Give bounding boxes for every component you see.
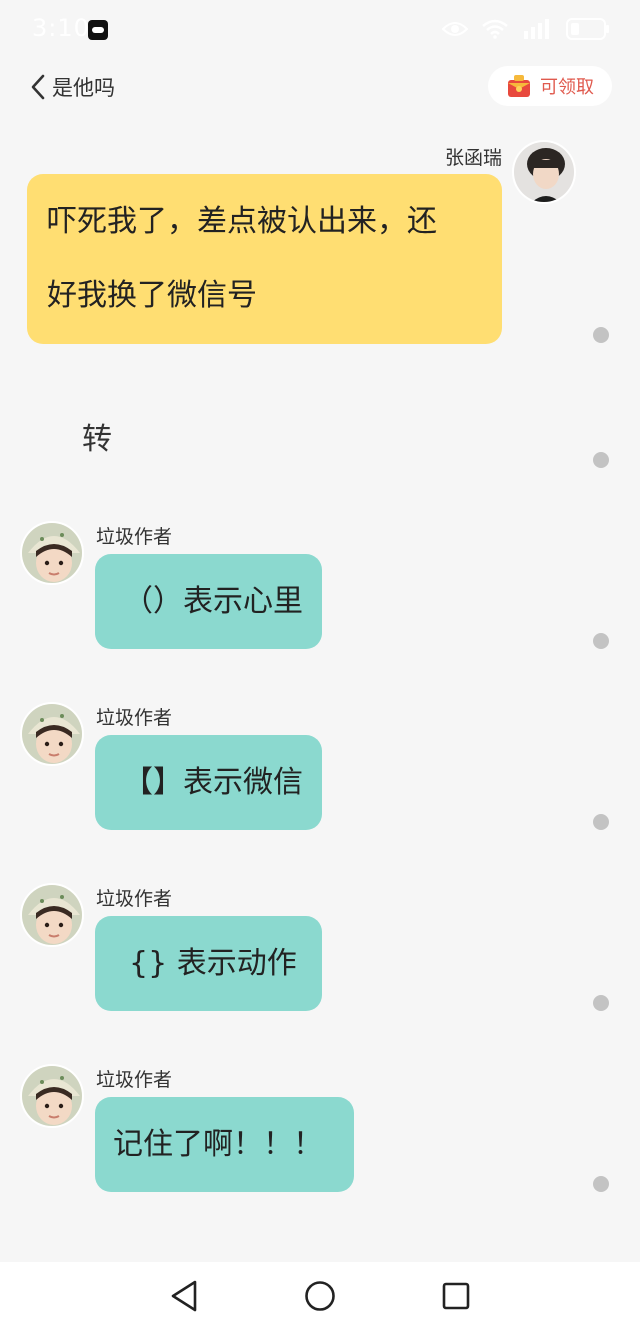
message-text: 记住了啊！！！	[113, 1127, 323, 1162]
read-dot	[593, 633, 609, 649]
reward-button[interactable]: 可领取	[488, 66, 612, 106]
avatar-author[interactable]	[20, 702, 84, 766]
avatar-author[interactable]	[20, 1064, 84, 1128]
eye-icon	[442, 22, 468, 36]
speaker-name: 张函瑞	[444, 147, 502, 169]
speaker-name: 垃圾作者	[96, 526, 173, 548]
message-text: （）表示心里	[123, 584, 303, 619]
avatar-author[interactable]	[20, 521, 84, 585]
status-bar: 3:10	[0, 0, 640, 60]
back-triangle-icon	[171, 1280, 197, 1312]
message-bubble[interactable]: 吓死我了，差点被认出来，还 好我换了微信号	[27, 174, 502, 344]
status-icons	[442, 18, 610, 40]
home-circle-icon	[305, 1281, 335, 1311]
avatar-portrait	[514, 142, 574, 202]
speaker-name: 垃圾作者	[96, 888, 173, 910]
nav-home-button[interactable]	[295, 1271, 345, 1321]
read-dot	[593, 1176, 609, 1192]
nav-back-button[interactable]	[159, 1271, 209, 1321]
message-bubble[interactable]: 【】表示微信	[95, 735, 322, 830]
avatar-child	[22, 1066, 82, 1126]
avatar-zhang[interactable]	[512, 140, 576, 204]
avatar-author[interactable]	[20, 883, 84, 947]
chat-title: 是他吗	[52, 76, 115, 100]
read-dot	[593, 327, 609, 343]
chevron-left-icon	[31, 74, 45, 100]
read-dot	[593, 814, 609, 830]
nav-recents-button[interactable]	[431, 1271, 481, 1321]
message-text: {} 表示动作	[129, 946, 297, 981]
speaker-name: 垃圾作者	[96, 707, 173, 729]
red-envelope-icon	[508, 75, 530, 97]
system-nav-bar	[0, 1262, 640, 1330]
message-bubble[interactable]: （）表示心里	[95, 554, 322, 649]
message-line: 吓死我了，差点被认出来，还	[47, 204, 437, 239]
message-bubble[interactable]: {} 表示动作	[95, 916, 322, 1011]
chat-screen: 3:10 是他吗 可领取 张函瑞 吓死我了，差点被认出来，还 好我换了微信号 转	[0, 0, 640, 1330]
avatar-child	[22, 523, 82, 583]
speaker-name: 垃圾作者	[96, 1069, 173, 1091]
recents-square-icon	[442, 1282, 470, 1310]
read-dot	[593, 995, 609, 1011]
narration-text: 转	[82, 422, 112, 457]
wifi-icon	[482, 19, 508, 39]
reward-label: 可领取	[540, 77, 594, 98]
avatar-child	[22, 885, 82, 945]
signal-icon	[524, 19, 549, 39]
message-line: 好我换了微信号	[47, 278, 257, 313]
avatar-child	[22, 704, 82, 764]
message-text: 【】表示微信	[123, 765, 303, 800]
back-button[interactable]: 是他吗	[30, 72, 115, 102]
status-time: 3:10	[32, 14, 90, 42]
message-bubble[interactable]: 记住了啊！！！	[95, 1097, 354, 1192]
chat-header: 是他吗 可领取	[0, 60, 640, 116]
app-notification-icon	[88, 20, 108, 40]
read-dot	[593, 452, 609, 468]
battery-icon	[566, 18, 609, 40]
